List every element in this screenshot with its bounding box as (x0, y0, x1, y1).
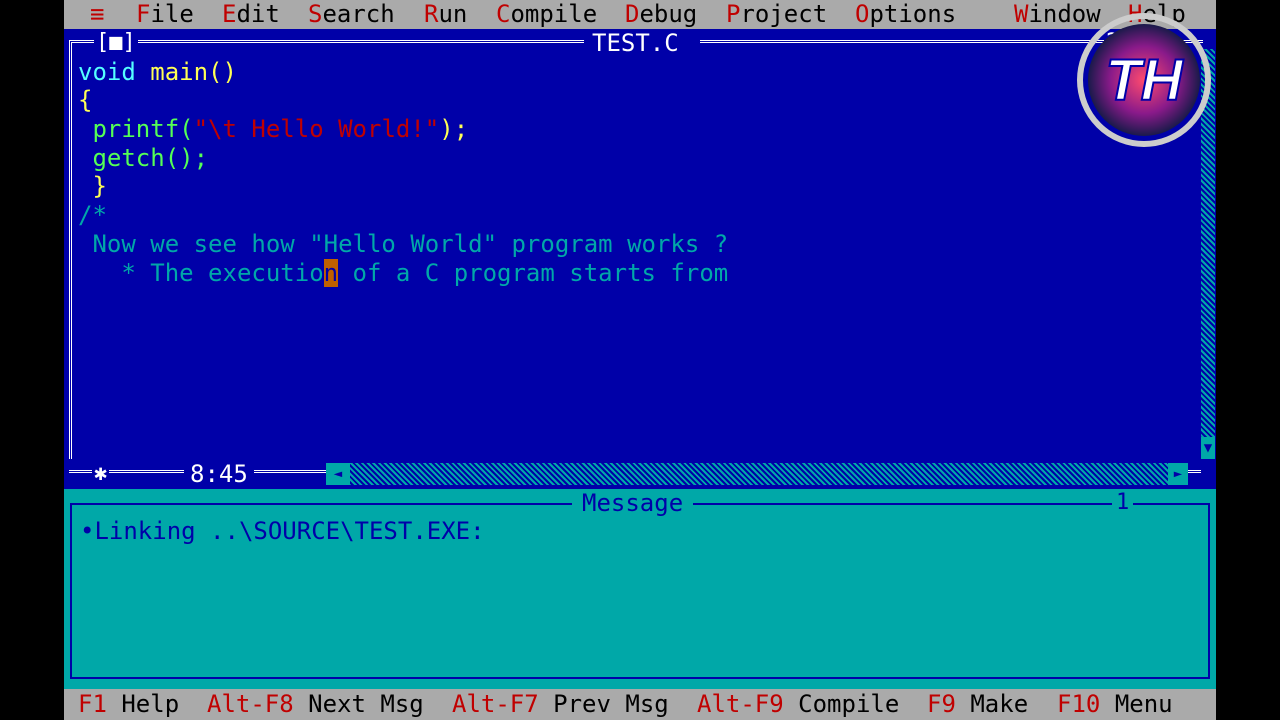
menu-compile[interactable]: Compile (496, 0, 597, 29)
menu-debug[interactable]: Debug (625, 0, 697, 29)
code-text: * The executio (78, 259, 324, 287)
menu-project[interactable]: Project (726, 0, 827, 29)
editor-window[interactable]: TEST.C [■] 2[↑] void main() { printf("\t… (64, 29, 1216, 489)
status-key: Alt-F9 (697, 690, 784, 718)
turbo-c-ide: ≡ File Edit Search Run Compile Debug Pro… (64, 0, 1216, 720)
menu-label: ile (150, 0, 194, 28)
text-cursor: n (323, 259, 339, 287)
code-function: printf( (92, 115, 194, 143)
code-line[interactable]: getch(); (78, 144, 208, 172)
status-next-msg[interactable]: Alt-F8 Next Msg (207, 689, 424, 720)
status-label: Help (121, 690, 180, 718)
code-line[interactable]: void main() (78, 58, 237, 86)
message-window-number: 1 (1112, 489, 1134, 517)
editor-title: TEST.C (592, 29, 679, 57)
close-box-button[interactable]: [■] (94, 29, 138, 57)
status-key: Alt-F7 (452, 690, 539, 718)
menu-hotkey: O (855, 0, 870, 28)
status-key: F1 (78, 690, 107, 718)
code-line[interactable]: printf("\t Hello World!"); (78, 115, 468, 143)
status-label: Compile (798, 690, 900, 718)
code-comment-line[interactable]: Now we see how "Hello World" program wor… (78, 230, 728, 258)
status-key: F10 (1057, 690, 1101, 718)
code-text: main() (135, 58, 237, 86)
message-title: Message (572, 489, 694, 517)
scroll-right-arrow-icon[interactable]: ► (1168, 463, 1188, 485)
menu-bar: ≡ File Edit Search Run Compile Debug Pro… (64, 0, 1216, 29)
status-key: F9 (927, 690, 956, 718)
menu-options[interactable]: Options (855, 0, 956, 29)
status-menu[interactable]: F10 Menu (1057, 689, 1173, 720)
status-key: Alt-F8 (207, 690, 294, 718)
scroll-left-arrow-icon[interactable]: ◄ (326, 463, 350, 485)
menu-run[interactable]: Run (424, 0, 467, 29)
channel-logo: TH (1077, 13, 1211, 147)
scroll-down-arrow-icon[interactable]: ▼ (1201, 437, 1215, 459)
status-label: Menu (1114, 690, 1173, 718)
status-bar: F1 Help Alt-F8 Next Msg Alt-F7 Prev Msg … (64, 689, 1216, 720)
menu-label: roject (740, 0, 828, 28)
message-line[interactable]: •Linking ..\SOURCE\TEST.EXE: (80, 517, 485, 545)
status-label: Prev Msg (553, 690, 669, 718)
menu-label: earch (322, 0, 395, 28)
editor-bottom-frame: ✱ 8:45 ◄ ► (64, 459, 1216, 489)
menu-hotkey: R (424, 0, 439, 28)
menu-hotkey: S (308, 0, 323, 28)
code-text: of a C program starts from (338, 259, 729, 287)
status-label: Next Msg (308, 690, 424, 718)
code-line[interactable]: { (78, 86, 92, 114)
menu-label: dit (236, 0, 280, 28)
code-text: ); (439, 115, 469, 143)
close-box-icon: [■] (96, 30, 136, 55)
code-line[interactable]: } (78, 172, 106, 200)
code-comment-line[interactable]: * The execution of a C program starts fr… (78, 259, 728, 287)
system-menu-icon[interactable]: ≡ (90, 0, 104, 29)
cursor-position: 8:45 (184, 459, 254, 489)
menu-hotkey: F (136, 0, 151, 28)
menu-file[interactable]: File (136, 0, 194, 29)
menu-label: ptions (869, 0, 957, 28)
horizontal-scrollbar[interactable] (326, 463, 1188, 485)
menu-label: un (438, 0, 468, 28)
resize-move-icon[interactable]: ✱ (92, 459, 110, 489)
menu-search[interactable]: Search (308, 0, 395, 29)
menu-hotkey: C (496, 0, 511, 28)
menu-hotkey: E (222, 0, 237, 28)
status-prev-msg[interactable]: Alt-F7 Prev Msg (452, 689, 669, 720)
status-compile[interactable]: Alt-F9 Compile (697, 689, 899, 720)
code-comment-line[interactable]: /* (78, 201, 107, 229)
menu-label: ompile (510, 0, 598, 28)
menu-hotkey: D (625, 0, 640, 28)
menu-hotkey: W (1014, 0, 1029, 28)
message-window[interactable]: Message 1 •Linking ..\SOURCE\TEST.EXE: (64, 489, 1216, 689)
status-make[interactable]: F9 Make (927, 689, 1028, 720)
status-label: Make (970, 690, 1029, 718)
status-help[interactable]: F1 Help (78, 689, 179, 720)
logo-text: TH (1105, 48, 1183, 113)
menu-edit[interactable]: Edit (222, 0, 280, 29)
menu-label: ebug (639, 0, 698, 28)
menu-hotkey: P (726, 0, 741, 28)
code-keyword: void (78, 58, 136, 86)
code-string: "\t Hello World!" (193, 115, 440, 143)
